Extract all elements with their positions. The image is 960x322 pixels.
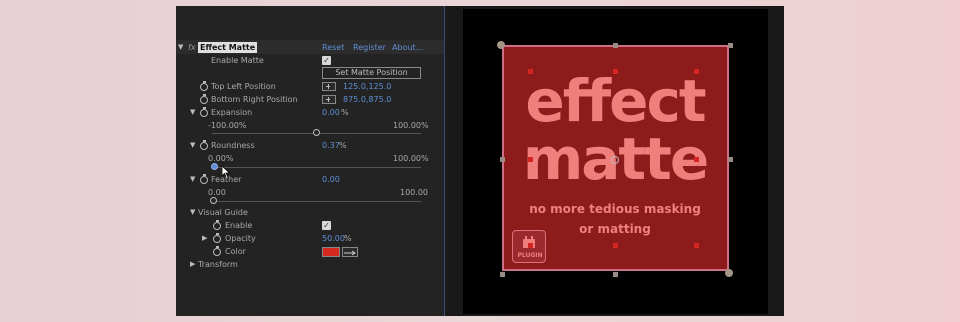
roundness-unit: % bbox=[339, 141, 347, 150]
color-swatch[interactable] bbox=[322, 247, 340, 257]
corner-handle-top-right[interactable] bbox=[728, 43, 733, 48]
guide-marker bbox=[528, 69, 533, 74]
guide-opacity-label: Opacity bbox=[225, 234, 256, 243]
enable-matte-checkbox[interactable]: ✓ bbox=[322, 56, 331, 65]
preview-title-line1: effect bbox=[525, 67, 706, 135]
edge-handle-top[interactable] bbox=[613, 43, 618, 48]
eyedropper-icon[interactable] bbox=[342, 247, 358, 257]
edge-handle-bottom[interactable] bbox=[613, 272, 618, 277]
enable-matte-row: Enable Matte ✓ bbox=[176, 54, 444, 67]
expansion-value[interactable]: 0.00 bbox=[322, 106, 340, 119]
edge-handle-right[interactable] bbox=[728, 157, 733, 162]
roundness-value[interactable]: 0.37 bbox=[322, 139, 340, 152]
guide-marker bbox=[694, 243, 699, 248]
top-left-position-label: Top Left Position bbox=[211, 82, 276, 91]
roundness-row: ▼ Roundness 0.37 % bbox=[176, 139, 444, 152]
point-crosshair-icon[interactable] bbox=[322, 82, 336, 91]
feather-label: Feather bbox=[211, 175, 242, 184]
anchor-point-icon[interactable] bbox=[611, 156, 619, 164]
expansion-unit: % bbox=[341, 108, 349, 117]
top-left-position-row: Top Left Position 125.0,125.0 bbox=[176, 80, 444, 93]
roundness-label: Roundness bbox=[211, 141, 255, 150]
expand-triangle-icon[interactable]: ▼ bbox=[190, 206, 195, 219]
guide-enable-label: Enable bbox=[225, 221, 253, 230]
corner-handle-bottom-left[interactable] bbox=[500, 272, 505, 277]
preview-tagline-line1: no more tedious masking bbox=[529, 202, 701, 216]
roundness-slider-track[interactable] bbox=[212, 167, 421, 168]
guide-color-label: Color bbox=[225, 247, 246, 256]
reset-link[interactable]: Reset bbox=[322, 41, 344, 54]
corner-handle-bottom-right[interactable] bbox=[725, 269, 733, 277]
guide-opacity-row: ▶ Opacity 50.00 % bbox=[176, 232, 444, 245]
guide-opacity-unit: % bbox=[344, 234, 352, 243]
roundness-max: 100.00% bbox=[393, 154, 429, 163]
stopwatch-icon[interactable] bbox=[200, 140, 208, 150]
guide-opacity-value[interactable]: 50.00 bbox=[322, 232, 345, 245]
expansion-min: -100.00% bbox=[208, 121, 247, 130]
guide-enable-checkbox[interactable]: ✓ bbox=[322, 221, 331, 230]
effect-header-row: ▼ fx Effect Matte Reset Register About..… bbox=[176, 41, 444, 54]
guide-enable-row: Enable ✓ bbox=[176, 219, 444, 232]
guide-marker bbox=[694, 157, 699, 162]
expansion-label: Expansion bbox=[211, 108, 253, 117]
stopwatch-icon[interactable] bbox=[200, 94, 208, 104]
stopwatch-icon[interactable] bbox=[200, 81, 208, 91]
visual-guide-row: ▼ Visual Guide bbox=[176, 206, 444, 219]
expansion-max: 100.00% bbox=[393, 121, 429, 130]
top-left-position-value[interactable]: 125.0,125.0 bbox=[343, 80, 391, 93]
guide-marker bbox=[528, 157, 533, 162]
guide-marker bbox=[613, 69, 618, 74]
feather-max: 100.00 bbox=[400, 188, 428, 197]
enable-matte-label: Enable Matte bbox=[211, 56, 264, 65]
stopwatch-icon[interactable] bbox=[200, 174, 208, 184]
guide-marker bbox=[528, 243, 533, 248]
expand-triangle-icon[interactable]: ▶ bbox=[190, 258, 195, 271]
guide-color-row: Color bbox=[176, 245, 444, 258]
bottom-right-position-row: Bottom Right Position 875.0,875.0 bbox=[176, 93, 444, 106]
stopwatch-icon[interactable] bbox=[213, 246, 221, 256]
register-link[interactable]: Register bbox=[353, 41, 386, 54]
expansion-range-row: -100.00% 100.00% bbox=[176, 119, 444, 132]
set-matte-position-row: Set Matte Position bbox=[176, 67, 444, 80]
fx-icon[interactable]: fx bbox=[188, 41, 196, 54]
transform-label[interactable]: Transform bbox=[198, 258, 238, 271]
bottom-right-position-value[interactable]: 875.0,875.0 bbox=[343, 93, 391, 106]
feather-slider-track[interactable] bbox=[212, 201, 421, 202]
feather-value[interactable]: 0.00 bbox=[322, 173, 340, 186]
expand-triangle-icon[interactable]: ▼ bbox=[190, 139, 195, 152]
visual-guide-label[interactable]: Visual Guide bbox=[198, 206, 248, 219]
set-matte-position-button[interactable]: Set Matte Position bbox=[322, 67, 421, 79]
point-crosshair-icon[interactable] bbox=[322, 95, 336, 104]
plugin-badge-label: PLUGIN bbox=[517, 252, 543, 259]
stopwatch-icon[interactable] bbox=[213, 233, 221, 243]
feather-row: ▼ Feather 0.00 bbox=[176, 173, 444, 186]
transform-row: ▶ Transform bbox=[176, 258, 444, 271]
collapse-triangle-icon[interactable]: ▼ bbox=[178, 41, 183, 54]
stopwatch-icon[interactable] bbox=[213, 220, 221, 230]
expansion-slider-knob[interactable] bbox=[313, 129, 320, 136]
about-link[interactable]: About... bbox=[392, 41, 423, 54]
guide-marker bbox=[613, 243, 618, 248]
expand-triangle-icon[interactable]: ▼ bbox=[190, 106, 195, 119]
expansion-row: ▼ Expansion 0.00 % bbox=[176, 106, 444, 119]
roundness-slider-knob[interactable] bbox=[211, 163, 218, 170]
edge-handle-left[interactable] bbox=[500, 157, 505, 162]
effect-controls-panel: ▼ fx Effect Matte Reset Register About..… bbox=[176, 6, 444, 316]
corner-handle-top-left[interactable] bbox=[497, 41, 505, 49]
feather-slider-knob[interactable] bbox=[210, 197, 217, 204]
guide-marker bbox=[694, 69, 699, 74]
expand-triangle-icon[interactable]: ▼ bbox=[190, 173, 195, 186]
expand-triangle-icon[interactable]: ▶ bbox=[202, 232, 207, 245]
effect-name[interactable]: Effect Matte bbox=[198, 42, 258, 53]
feather-range-row: 0.00 100.00 bbox=[176, 186, 444, 199]
bottom-right-position-label: Bottom Right Position bbox=[211, 95, 298, 104]
stopwatch-icon[interactable] bbox=[200, 107, 208, 117]
